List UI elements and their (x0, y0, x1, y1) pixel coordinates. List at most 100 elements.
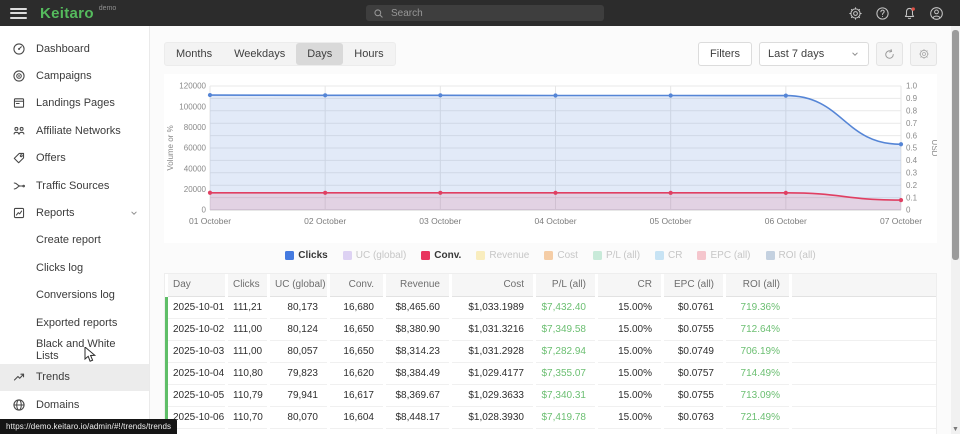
menu-icon[interactable] (10, 5, 27, 21)
table-cell: 2025-10-03 (167, 340, 227, 362)
table-cell: 721.49% (725, 406, 791, 428)
sidebar-item-offers[interactable]: Offers (0, 145, 149, 172)
tab-hours[interactable]: Hours (343, 43, 394, 65)
table-row: 2025-10-04110,8079,82316,620$8,384.49$1,… (167, 362, 937, 384)
column-header-roi-all[interactable]: ROI (all) (725, 274, 791, 296)
sidebar-item-landings-pages[interactable]: Landings Pages (0, 90, 149, 117)
sidebar-item-reports[interactable]: Reports (0, 199, 149, 226)
table-cell: $0.0755 (663, 384, 725, 406)
account-icon (929, 6, 944, 21)
page-scrollbar[interactable]: ▼ (951, 26, 960, 434)
legend-item-conv[interactable]: Conv. (421, 250, 461, 261)
table-cell: 2025-10-01 (167, 296, 227, 318)
legend-item-clicks[interactable]: Clicks (285, 250, 327, 261)
table-cell: $7,282.94 (535, 340, 597, 362)
chart-legend: Clicks UC (global) Conv. Revenue Cost P/L (al… (164, 248, 937, 263)
table-cell: 16,680 (329, 296, 385, 318)
table-cell: 80,173 (269, 296, 329, 318)
table-cell: 721.52% (725, 428, 791, 434)
column-header-epc-all[interactable]: EPC (all) (663, 274, 725, 296)
chevron-down-icon (850, 49, 860, 59)
account-icon[interactable] (929, 6, 944, 21)
tab-weekdays[interactable]: Weekdays (223, 43, 296, 65)
legend-item-cost[interactable]: Cost (544, 250, 578, 261)
sidebar-item-dashboard[interactable]: Dashboard (0, 35, 149, 62)
sidebar-item-conversions-log[interactable]: Conversions log (0, 282, 149, 309)
domains-icon (12, 398, 26, 412)
table-cell: 110,79 (227, 384, 269, 406)
table-cell-filler (791, 340, 937, 362)
table-cell: 111,00 (227, 340, 269, 362)
table-cell: $8,384.49 (385, 362, 451, 384)
svg-text:USD: USD (930, 140, 937, 157)
legend-swatch (593, 251, 602, 260)
sidebar-item-campaigns[interactable]: Campaigns (0, 62, 149, 89)
sidebar-item-create-report[interactable]: Create report (0, 227, 149, 254)
svg-text:06 October: 06 October (765, 216, 807, 226)
chevron-down-icon (850, 49, 860, 59)
refresh-button[interactable] (876, 42, 903, 66)
sidebar-item-exported-reports[interactable]: Exported reports (0, 309, 149, 336)
sidebar-item-trends[interactable]: Trends (0, 364, 149, 391)
legend-item-roi-all[interactable]: ROI (all) (766, 250, 816, 261)
svg-text:02 October: 02 October (304, 216, 346, 226)
legend-swatch (343, 251, 352, 260)
table-cell: $0.0749 (663, 340, 725, 362)
sidebar-item-traffic-sources[interactable]: Traffic Sources (0, 172, 149, 199)
column-header-day[interactable]: Day (167, 274, 227, 296)
svg-text:0.4: 0.4 (906, 156, 918, 165)
column-header-p-l-all[interactable]: P/L (all) (535, 274, 597, 296)
svg-text:05 October: 05 October (650, 216, 692, 226)
filters-button[interactable]: Filters (698, 42, 752, 66)
table-cell: 16,604 (329, 406, 385, 428)
sidebar-item-label: Domains (36, 399, 79, 411)
column-header-conv[interactable]: Conv. (329, 274, 385, 296)
sidebar-item-label: Create report (36, 234, 101, 246)
sidebar-item-domains[interactable]: Domains (0, 391, 149, 418)
column-header-revenue[interactable]: Revenue (385, 274, 451, 296)
settings-icon[interactable] (848, 6, 863, 21)
search-input[interactable] (384, 7, 597, 20)
table-cell: 45,872 (269, 428, 329, 434)
sidebar-item-label: Exported reports (36, 317, 117, 329)
app-window: Keitaro demo DashboardCampaignsLandings … (0, 0, 960, 434)
legend-item-uc-global[interactable]: UC (global) (343, 250, 407, 261)
legend-item-epc-all[interactable]: EPC (all) (697, 250, 750, 261)
trends-table: DayClicksUC (global)Conv.RevenueCostP/L … (165, 274, 936, 434)
sidebar-item-black-and-white-lists[interactable]: Black and White Lists (0, 336, 149, 363)
date-range-select[interactable]: Last 7 days (759, 42, 869, 66)
table-cell-filler (791, 318, 937, 340)
column-header-clicks[interactable]: Clicks (227, 274, 269, 296)
notifications-icon[interactable] (902, 6, 917, 21)
table-cell: 80,070 (269, 406, 329, 428)
column-header-uc-global[interactable]: UC (global) (269, 274, 329, 296)
legend-item-cr[interactable]: CR (655, 250, 682, 261)
table-cell: 714.49% (725, 362, 791, 384)
scrollbar-thumb[interactable] (952, 30, 959, 260)
tab-months[interactable]: Months (165, 43, 223, 65)
svg-text:0: 0 (202, 206, 207, 215)
table-cell: $1,031.3216 (451, 318, 535, 340)
tab-days[interactable]: Days (296, 43, 343, 65)
table-cell: 713.09% (725, 384, 791, 406)
sidebar-item-label: Trends (36, 371, 70, 383)
table-cell-filler (791, 406, 937, 428)
svg-text:0: 0 (906, 206, 911, 215)
scrollbar-down-arrow[interactable]: ▼ (951, 426, 960, 433)
sidebar-item-affiliate-networks[interactable]: Affiliate Networks (0, 117, 149, 144)
table-cell: $1,029.4177 (451, 362, 535, 384)
column-header-cr[interactable]: CR (597, 274, 663, 296)
date-range-value: Last 7 days (768, 48, 824, 60)
chart-settings-button[interactable] (910, 42, 937, 66)
sidebar-item-label: Landings Pages (36, 97, 115, 109)
help-icon[interactable] (875, 6, 890, 21)
controls-row: MonthsWeekdaysDaysHours Filters Last 7 d… (164, 42, 937, 66)
sidebar-item-clicks-log[interactable]: Clicks log (0, 254, 149, 281)
table-cell: $7,432.40 (535, 296, 597, 318)
table-cell: 719.36% (725, 296, 791, 318)
column-header-cost[interactable]: Cost (451, 274, 535, 296)
legend-item-revenue[interactable]: Revenue (476, 250, 529, 261)
table-row: 2025-10-05110,7979,94116,617$8,369.67$1,… (167, 384, 937, 406)
table-cell: 16,620 (329, 362, 385, 384)
legend-item-p-l-all[interactable]: P/L (all) (593, 250, 640, 261)
